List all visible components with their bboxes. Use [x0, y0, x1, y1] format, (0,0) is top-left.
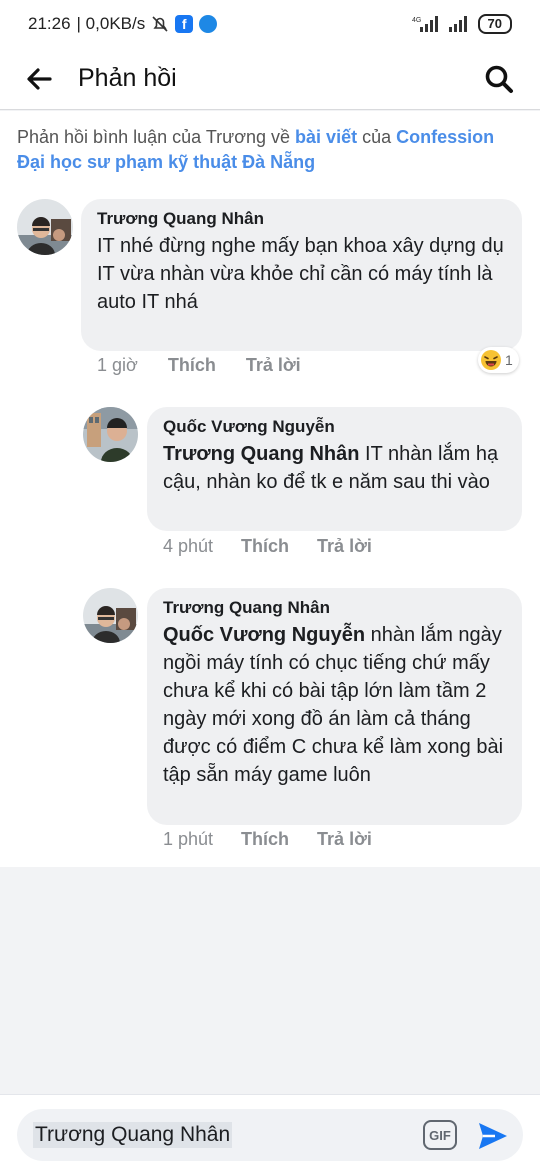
reply-input[interactable]: Trương Quang Nhân GIF	[17, 1109, 523, 1161]
comment-text: IT nhé đừng nghe mấy bạn khoa xây dựng d…	[97, 235, 504, 313]
comment-bubble[interactable]: Trương Quang Nhân IT nhé đừng nghe mấy b…	[81, 199, 522, 351]
comment-thread: Phản hồi bình luận của Trương về bài viế…	[0, 111, 540, 867]
battery-indicator: 70	[477, 14, 512, 34]
facebook-notification-icon: f	[175, 15, 194, 33]
like-button[interactable]: Thích	[241, 829, 289, 850]
like-button[interactable]: Thích	[241, 536, 289, 557]
avatar[interactable]	[83, 588, 138, 643]
reply-input-value[interactable]: Trương Quang Nhân	[33, 1122, 233, 1148]
status-time: 21:26	[28, 14, 71, 33]
search-icon	[485, 65, 513, 93]
comment-text: Trương Quang Nhân IT nhàn lắm hạ cậu, nh…	[163, 440, 506, 496]
reaction-count: 1	[505, 352, 513, 368]
gif-button[interactable]: GIF	[423, 1120, 457, 1150]
avatar[interactable]	[17, 199, 73, 255]
comment-bubble[interactable]: Quốc Vương Nguyễn Trương Quang Nhân IT n…	[147, 407, 522, 531]
comment-actions: 1 phút Thích Trả lời	[163, 829, 372, 850]
comment-author[interactable]: Trương Quang Nhân	[97, 209, 506, 229]
signal-icon	[448, 15, 470, 33]
context-text-2: của	[357, 127, 397, 147]
send-button[interactable]	[475, 1118, 511, 1154]
context-text: Phản hồi bình luận của Trương về	[17, 127, 296, 147]
mention-link[interactable]: Trương Quang Nhân	[163, 443, 359, 465]
reply-context: Phản hồi bình luận của Trương về bài viế…	[17, 125, 527, 175]
reply-button[interactable]: Trả lời	[246, 355, 301, 376]
back-button[interactable]	[20, 60, 58, 98]
back-arrow-icon	[27, 67, 52, 90]
app-bar: Phản hồi	[0, 48, 540, 110]
reply-button[interactable]: Trả lời	[317, 536, 372, 557]
avatar[interactable]	[83, 407, 138, 462]
comment-author[interactable]: Quốc Vương Nguyễn	[163, 417, 506, 437]
comment-body: nhàn lắm ngày ngồi máy tính có chục tiến…	[163, 624, 504, 786]
status-bar: 21:26 | 0,0KB/s f 4G 70	[0, 0, 540, 48]
reply-button[interactable]: Trả lời	[317, 829, 372, 850]
page-title: Phản hồi	[78, 64, 177, 92]
comment-text: Quốc Vương Nguyễn nhàn lắm ngày ngồi máy…	[163, 621, 506, 789]
mention-link[interactable]: Quốc Vương Nguyễn	[163, 624, 365, 646]
search-button[interactable]	[480, 60, 518, 98]
signal-4g-icon: 4G	[412, 15, 440, 33]
status-network-speed: | 0,0KB/s	[76, 14, 146, 33]
reaction-badge[interactable]: 1	[478, 347, 519, 373]
comment-time: 1 giờ	[97, 355, 138, 375]
send-icon	[479, 1123, 507, 1149]
mute-bell-icon	[151, 15, 169, 33]
haha-reaction-icon	[481, 350, 501, 370]
svg-text:4G: 4G	[412, 17, 421, 24]
comment-bubble[interactable]: Trương Quang Nhân Quốc Vương Nguyễn nhàn…	[147, 588, 522, 825]
post-link[interactable]: bài viết	[295, 127, 357, 147]
messenger-notification-icon	[199, 15, 218, 33]
comment-time: 4 phút	[163, 536, 214, 556]
comment-time: 1 phút	[163, 829, 214, 849]
comment-actions: 4 phút Thích Trả lời	[163, 536, 372, 557]
like-button[interactable]: Thích	[168, 355, 216, 376]
comment-author[interactable]: Trương Quang Nhân	[163, 598, 506, 618]
comment-actions: 1 giờ Thích Trả lời	[97, 355, 301, 376]
comment-composer: Trương Quang Nhân GIF	[0, 1094, 540, 1170]
gif-icon: GIF	[429, 1127, 451, 1143]
